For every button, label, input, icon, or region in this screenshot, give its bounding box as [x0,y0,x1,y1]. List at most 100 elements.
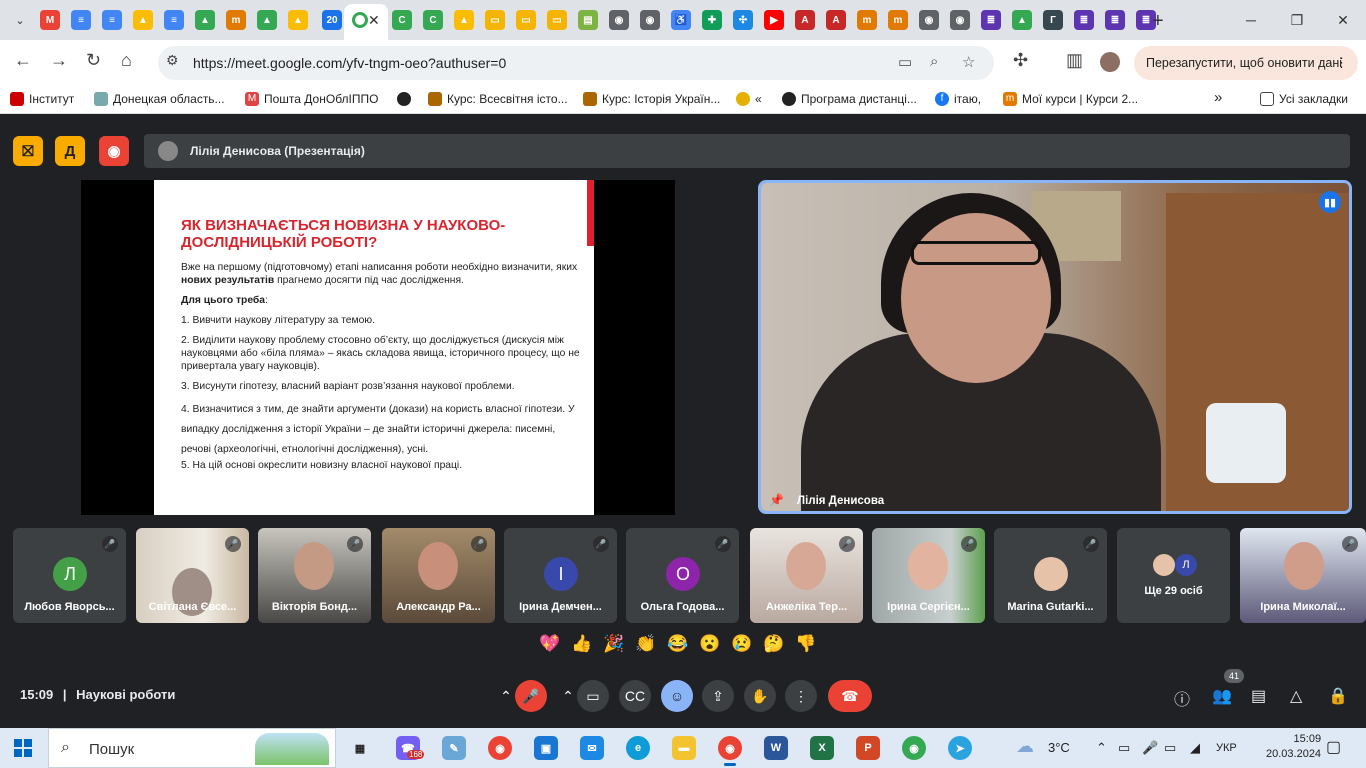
refresh-tab-icon[interactable]: C [423,10,443,30]
file-explorer-icon[interactable]: ▬ [672,736,696,760]
clock[interactable]: 15:09 20.03.2024 [1266,732,1321,762]
person-tab-icon[interactable]: ♿ [671,10,691,30]
bookmarks-overflow-icon[interactable]: » [1214,89,1222,106]
word-icon[interactable]: W [764,736,788,760]
drive-tab-icon[interactable]: ▲ [1012,10,1032,30]
reaction-thumbs-down-icon[interactable]: 👎 [794,634,818,654]
pdf-tab-icon[interactable]: A [795,10,815,30]
forms-tab-icon[interactable]: ≣ [1105,10,1125,30]
paint-icon[interactable]: ✎ [442,736,466,760]
chrome-active-icon[interactable]: ◉ [718,736,742,766]
reload-icon[interactable]: ↻ [86,50,101,71]
active-tab-meet[interactable]: ✕ [344,4,388,40]
more-participants-tile[interactable]: Л Ще 29 осіб [1117,528,1230,623]
restart-update-button[interactable]: Перезапустити, щоб оновити дані ⋮ [1134,46,1358,80]
reaction-party-icon[interactable]: 🎉 [602,634,626,654]
meeting-details-icon[interactable]: ⓘ [1174,686,1190,710]
drive-tab-icon[interactable]: ▲ [454,10,474,30]
url-text[interactable]: https://meet.google.com/yfv-tngm-oeo?aut… [193,55,506,71]
reaction-heart-icon[interactable]: 💖 [538,634,562,654]
gmail-tab-icon[interactable]: M [40,10,60,30]
weather-temp[interactable]: 3°C [1048,740,1070,755]
language-indicator[interactable]: УКР [1216,742,1237,754]
docs-tab-icon[interactable]: ≡ [102,10,122,30]
all-bookmarks-folder[interactable]: Усі закладки [1260,92,1348,106]
pdf-tab-icon[interactable]: A [826,10,846,30]
chat-icon[interactable]: ▤ [1251,686,1266,706]
drive-tab-icon[interactable]: ▲ [257,10,277,30]
battery-icon[interactable]: ▭ [1164,740,1176,756]
chrome-icon[interactable]: ◉ [488,736,512,760]
participant-tile[interactable]: 🎤 Вікторія Бонд... [258,528,371,623]
bookmark-item[interactable]: « [736,92,762,106]
bookmark-item[interactable]: Курс: Всесвітня істо... [428,92,568,106]
side-panel-icon[interactable]: ▥ [1066,50,1083,71]
participant-tile[interactable]: І 🎤 Ірина Демчен... [504,528,617,623]
captions-button[interactable]: CC [619,680,651,712]
mail-icon[interactable]: ✉ [580,736,604,760]
refresh-tab-icon[interactable]: C [392,10,412,30]
chrome-profile-icon[interactable]: ◉ [902,736,926,760]
home-icon[interactable]: ⌂ [121,50,132,71]
forms-tab-icon[interactable]: ≣ [1074,10,1094,30]
bookmark-star-icon[interactable]: ☆ [962,53,975,71]
bookmark-item[interactable]: Програма дистанці... [782,92,917,106]
host-controls-icon[interactable]: 🔒 [1328,686,1348,706]
raise-hand-button[interactable]: ✋ [744,680,776,712]
more-options-button[interactable]: ⋮ [785,680,817,712]
store-icon[interactable]: ▣ [534,736,558,760]
drive-tab-icon[interactable]: ▲ [133,10,153,30]
moodle-tab-icon[interactable]: m [888,10,908,30]
presentation-view[interactable]: ЯК ВИЗНАЧАЄТЬСЯ НОВИЗНА У НАУКОВО-ДОСЛІД… [81,180,675,515]
more-menu-icon[interactable]: ⋮ [1335,55,1348,71]
reactions-button[interactable]: ☺ [661,680,693,712]
docs-tab-icon[interactable]: ≡ [164,10,184,30]
globe-tab-icon[interactable]: ◉ [950,10,970,30]
layout-icon[interactable]: Д [55,136,85,166]
globe-tab-icon[interactable]: ◉ [609,10,629,30]
reaction-surprised-icon[interactable]: 😮 [698,634,722,654]
mic-tray-icon[interactable]: 🎤 [1142,740,1158,756]
drive-tab-icon[interactable]: ▲ [195,10,215,30]
reaction-laugh-icon[interactable]: 😂 [666,634,690,654]
profile-avatar[interactable] [1100,52,1120,72]
slides-tab-icon[interactable]: ▭ [516,10,536,30]
globe-tab-icon[interactable]: ◉ [640,10,660,30]
restore-icon[interactable]: ❐ [1274,0,1320,40]
zoom-icon[interactable]: ⌕ [930,53,938,70]
reaction-thinking-icon[interactable]: 🤔 [762,634,786,654]
new-tab-icon[interactable]: + [1152,10,1164,33]
camera-tray-icon[interactable]: ▭ [1118,740,1130,756]
g-tab-icon[interactable]: Г [1043,10,1063,30]
participant-tile[interactable]: 🎤 Marina Gutarki... [994,528,1107,623]
windows-start-icon[interactable] [14,739,32,757]
hide-presentation-icon[interactable]: ⛝ [13,136,43,166]
participant-tile[interactable]: Л 🎤 Любов Яворсь... [13,528,126,623]
task-view-icon[interactable]: ▦ [348,736,372,760]
participant-tile[interactable]: 🎤 Світлана Євсе... [136,528,249,623]
moodle-tab-icon[interactable]: m [226,10,246,30]
speaker-tile[interactable]: ▮▮ 📌 Лілія Денисова [758,180,1352,514]
site-info-icon[interactable]: ⚙ [166,52,179,69]
bookmark-item[interactable]: Інститут [10,92,74,106]
excel-icon[interactable]: X [810,736,834,760]
reaction-clap-icon[interactable]: 👏 [634,634,658,654]
bookmark-item[interactable]: M Пошта ДонОблІППО [245,92,378,106]
participant-tile[interactable]: 🎤 Ірина Сергієн... [872,528,985,623]
tab-search-dropdown-icon[interactable]: ⌄ [8,8,32,32]
audio-options-chevron-icon[interactable]: ⌃ [498,680,514,712]
bookmark-item[interactable] [397,92,411,106]
sheets-plus-tab-icon[interactable]: ✚ [702,10,722,30]
video-options-chevron-icon[interactable]: ⌃ [560,680,576,712]
extensions-icon[interactable]: ✣ [1013,50,1028,71]
reaction-sad-icon[interactable]: 😢 [730,634,754,654]
participant-tile[interactable]: 🎤 Ірина Миколаї... [1240,528,1366,623]
close-tab-icon[interactable]: ✕ [368,12,380,29]
bookmark-item[interactable]: f ітаю, [935,92,981,106]
youtube-tab-icon[interactable]: ▶ [764,10,784,30]
close-window-icon[interactable]: ✕ [1320,0,1366,40]
bookmark-item[interactable]: Курс: Історія Україн... [583,92,720,106]
forms-tab-icon[interactable]: ≣ [981,10,1001,30]
bookmark-item[interactable]: m Мої курси | Курси 2... [1003,92,1138,106]
recording-icon[interactable]: ◉ [99,136,129,166]
